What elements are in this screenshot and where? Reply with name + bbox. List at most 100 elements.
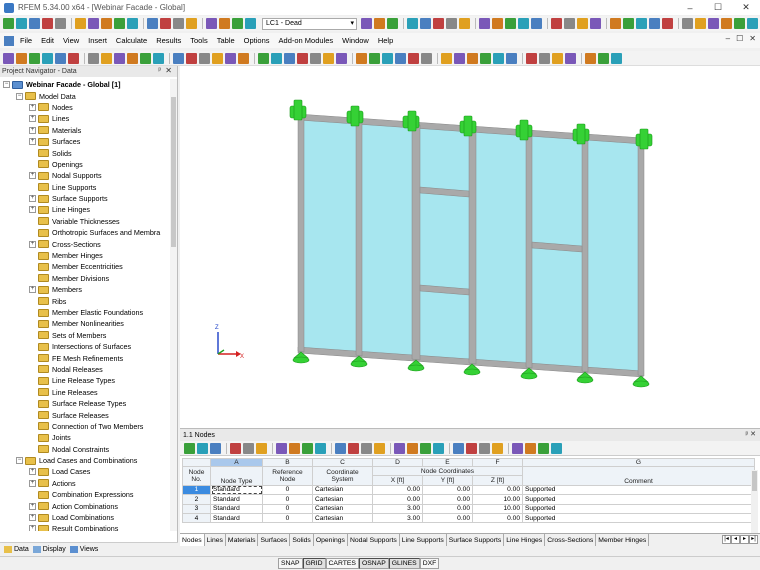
col-letter-g[interactable]: G bbox=[522, 458, 755, 467]
tree-item[interactable]: Member Hinges bbox=[0, 250, 170, 261]
menu-help[interactable]: Help bbox=[378, 36, 393, 45]
toolbar-button-icon[interactable] bbox=[88, 18, 99, 29]
toolbar-button-icon[interactable] bbox=[433, 18, 444, 29]
toolbar-button-icon[interactable] bbox=[184, 442, 195, 454]
menu-options[interactable]: Options bbox=[244, 36, 270, 45]
toolbar-button-icon[interactable] bbox=[238, 52, 249, 64]
toolbar-button-icon[interactable] bbox=[708, 18, 719, 29]
toolbar-button-icon[interactable] bbox=[453, 442, 464, 454]
toolbar-button-icon[interactable] bbox=[518, 18, 529, 29]
toolbar-button-icon[interactable] bbox=[88, 52, 99, 64]
nodal-support-icon[interactable] bbox=[459, 115, 477, 137]
prev-tab-button[interactable]: ◂ bbox=[731, 535, 740, 544]
z-cell[interactable]: 10.00 bbox=[472, 494, 523, 505]
tab-data[interactable]: Data bbox=[4, 546, 29, 553]
nodal-support-icon[interactable] bbox=[402, 110, 420, 132]
mullion[interactable] bbox=[637, 139, 645, 377]
toolbar-button-icon[interactable] bbox=[75, 18, 86, 29]
expand-icon[interactable]: + bbox=[29, 479, 36, 487]
toolbar-button-icon[interactable] bbox=[505, 18, 516, 29]
toolbar-button-icon[interactable] bbox=[408, 52, 419, 64]
sheet-tab[interactable]: Solids bbox=[290, 534, 314, 546]
toolbar-button-icon[interactable] bbox=[564, 18, 575, 29]
toolbar-button-icon[interactable] bbox=[219, 18, 230, 29]
tree-item[interactable]: Member Eccentricities bbox=[0, 261, 170, 272]
tree-item[interactable]: + Lines bbox=[0, 113, 170, 124]
table-row[interactable]: 3 Standard 0 Cartesian 3.00 0.00 10.00 Supporte… bbox=[182, 503, 755, 514]
node-type-cell[interactable]: Standard bbox=[210, 512, 263, 524]
toolbar-button-icon[interactable] bbox=[695, 18, 706, 29]
col-letter-b[interactable]: B bbox=[262, 458, 313, 467]
model-viewport[interactable]: Z X bbox=[180, 66, 760, 428]
toolbar-button-icon[interactable] bbox=[611, 52, 622, 64]
toolbar-button-icon[interactable] bbox=[590, 18, 601, 29]
collapse-icon[interactable]: − bbox=[3, 81, 10, 89]
y-cell[interactable]: 0.00 bbox=[422, 484, 473, 496]
toolbar-button-icon[interactable] bbox=[454, 52, 465, 64]
tree-item[interactable]: Line Release Types bbox=[0, 375, 170, 386]
toolbar-button-icon[interactable] bbox=[225, 52, 236, 64]
node-type-cell[interactable]: Standard bbox=[210, 503, 263, 514]
toolbar-button-icon[interactable] bbox=[127, 52, 138, 64]
toolbar-button-icon[interactable] bbox=[395, 52, 406, 64]
toolbar-button-icon[interactable] bbox=[173, 52, 184, 64]
toolbar-button-icon[interactable] bbox=[348, 442, 359, 454]
tree-item[interactable]: + Nodes bbox=[0, 102, 170, 113]
tree-item[interactable]: + Members bbox=[0, 284, 170, 295]
toolbar-button-icon[interactable] bbox=[407, 442, 418, 454]
toolbar-button-icon[interactable] bbox=[526, 52, 537, 64]
toolbar-button-icon[interactable] bbox=[480, 52, 491, 64]
tree-item[interactable]: + Materials bbox=[0, 125, 170, 136]
tree-item[interactable]: Member Divisions bbox=[0, 273, 170, 284]
toolbar-button-icon[interactable] bbox=[336, 52, 347, 64]
toolbar-button-icon[interactable] bbox=[101, 18, 112, 29]
toolbar-button-icon[interactable] bbox=[361, 442, 372, 454]
menu-table[interactable]: Table bbox=[217, 36, 235, 45]
toolbar-button-icon[interactable] bbox=[565, 52, 576, 64]
toolbar-button-icon[interactable] bbox=[186, 18, 197, 29]
tree-item[interactable]: Connection of Two Members bbox=[0, 421, 170, 432]
toolbar-button-icon[interactable] bbox=[29, 18, 40, 29]
sheet-tab[interactable]: Cross-Sections bbox=[545, 534, 597, 546]
z-cell[interactable]: 0.00 bbox=[472, 512, 523, 524]
z-cell[interactable]: 10.00 bbox=[472, 503, 523, 514]
grid-toggle[interactable]: GRID bbox=[302, 558, 326, 569]
toolbar-button-icon[interactable] bbox=[197, 442, 208, 454]
nodal-support-icon[interactable] bbox=[572, 123, 590, 145]
expand-icon[interactable]: + bbox=[29, 502, 36, 510]
tree-item[interactable]: Nodal Constraints bbox=[0, 444, 170, 455]
toolbar-button-icon[interactable] bbox=[531, 18, 542, 29]
node-type-cell[interactable]: Standard bbox=[210, 484, 263, 496]
toolbar-button-icon[interactable] bbox=[361, 18, 372, 29]
tree-item[interactable]: − Model Data bbox=[0, 90, 170, 101]
toolbar-button-icon[interactable] bbox=[387, 18, 398, 29]
toolbar-button-icon[interactable] bbox=[243, 442, 254, 454]
toolbar-button-icon[interactable] bbox=[420, 442, 431, 454]
menu-add-on-modules[interactable]: Add-on Modules bbox=[279, 36, 334, 45]
toolbar-button-icon[interactable] bbox=[407, 18, 418, 29]
expand-icon[interactable]: + bbox=[29, 206, 36, 214]
tree-item[interactable]: Combination Expressions bbox=[0, 489, 170, 500]
mullion[interactable] bbox=[581, 135, 589, 373]
y-cell[interactable]: 0.00 bbox=[422, 503, 473, 514]
expand-icon[interactable]: + bbox=[29, 514, 36, 522]
nodal-support-icon[interactable] bbox=[346, 105, 364, 127]
row-number-cell[interactable]: 2 bbox=[182, 494, 211, 505]
toolbar-button-icon[interactable] bbox=[289, 442, 300, 454]
toolbar-button-icon[interactable] bbox=[433, 442, 444, 454]
toolbar-button-icon[interactable] bbox=[55, 52, 66, 64]
reference-node-cell[interactable]: 0 bbox=[262, 484, 313, 496]
expand-icon[interactable]: + bbox=[29, 525, 36, 531]
maximize-button[interactable]: ☐ bbox=[704, 0, 732, 15]
coordinate-system-cell[interactable]: Cartesian bbox=[312, 512, 373, 524]
tree-item[interactable]: Line Supports bbox=[0, 182, 170, 193]
toolbar-button-icon[interactable] bbox=[230, 442, 241, 454]
toolbar-button-icon[interactable] bbox=[68, 52, 79, 64]
expand-icon[interactable]: + bbox=[29, 138, 36, 146]
toolbar-button-icon[interactable] bbox=[394, 442, 405, 454]
sheet-tab[interactable]: Surface Supports bbox=[447, 534, 505, 546]
toolbar-button-icon[interactable] bbox=[538, 442, 549, 454]
nodal-support-icon[interactable] bbox=[632, 375, 650, 388]
reference-node-cell[interactable]: 0 bbox=[262, 494, 313, 505]
toolbar-button-icon[interactable] bbox=[610, 18, 621, 29]
